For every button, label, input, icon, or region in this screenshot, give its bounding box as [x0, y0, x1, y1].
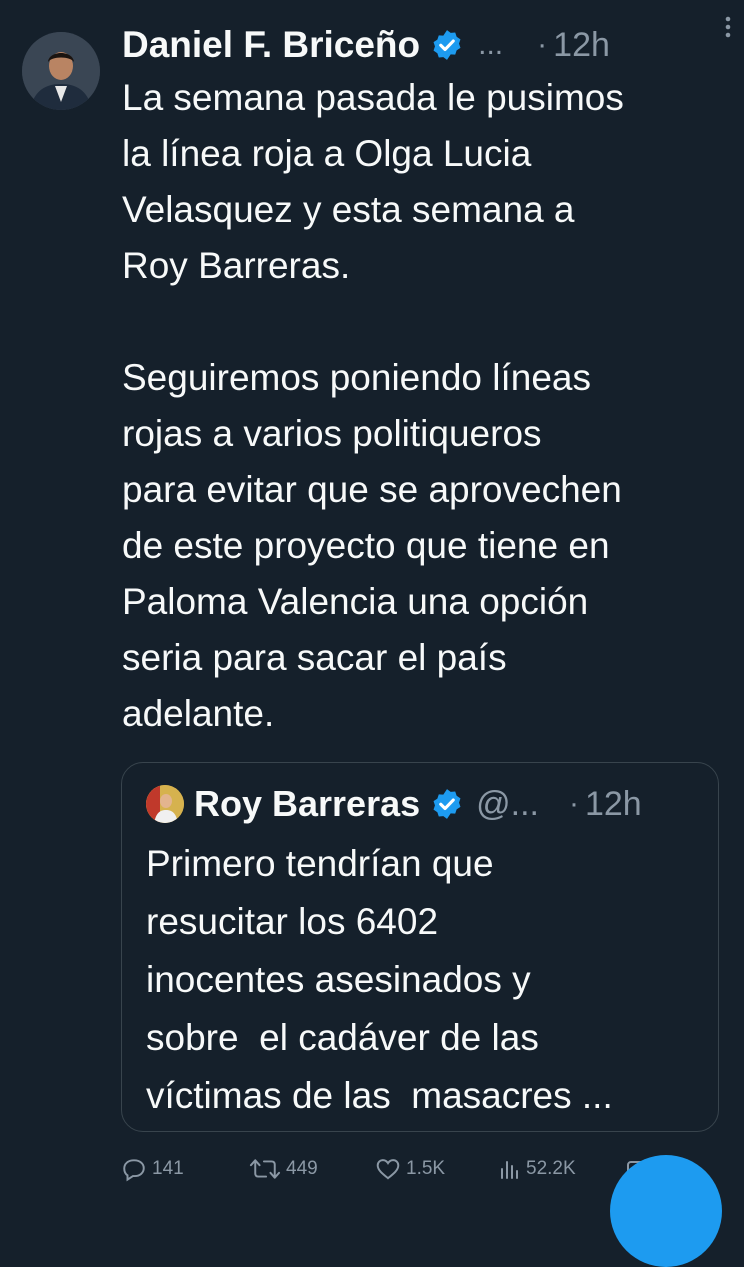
reply-button[interactable]: 141	[120, 1156, 184, 1182]
compose-fab-button[interactable]	[610, 1155, 722, 1267]
retweet-count: 449	[286, 1158, 318, 1179]
author-avatar[interactable]	[22, 32, 100, 110]
quoted-tweet-time[interactable]: 12h	[585, 785, 642, 824]
reply-icon	[120, 1156, 148, 1182]
quoted-author-avatar[interactable]	[146, 785, 184, 823]
retweet-icon	[248, 1156, 282, 1182]
retweet-button[interactable]: 449	[248, 1156, 318, 1182]
tweet-text: La semana pasada le pusimos la línea roj…	[122, 77, 624, 734]
author-name[interactable]: Daniel F. Briceño	[122, 24, 420, 66]
time-separator: ·	[537, 28, 548, 61]
quoted-author-name[interactable]: Roy Barreras	[194, 783, 420, 825]
author-handle[interactable]: ...	[478, 28, 503, 62]
reply-count: 141	[152, 1158, 184, 1179]
heart-icon	[374, 1156, 402, 1182]
quoted-tweet[interactable]: Roy Barreras @... · 12h Primero tendrían…	[121, 762, 719, 1132]
quoted-tweet-text: Primero tendrían que resucitar los 6402 …	[146, 843, 613, 1116]
views-chart-icon	[498, 1156, 522, 1182]
quoted-tweet-header: Roy Barreras @... · 12h	[146, 781, 706, 827]
views-count: 52.2K	[526, 1158, 576, 1179]
tweet-time[interactable]: 12h	[553, 26, 610, 65]
views-button[interactable]: 52.2K	[498, 1156, 576, 1182]
more-vertical-icon[interactable]	[716, 14, 740, 40]
like-button[interactable]: 1.5K	[374, 1156, 445, 1182]
quoted-author-handle[interactable]: @...	[476, 785, 539, 824]
verified-badge-icon	[430, 787, 464, 821]
verified-badge-icon	[430, 28, 464, 62]
tweet-header: Daniel F. Briceño ... · 12h	[122, 20, 732, 70]
tweet[interactable]: Daniel F. Briceño ... · 12h La semana pa…	[0, 0, 744, 1267]
quoted-time-separator: ·	[568, 787, 579, 820]
like-count: 1.5K	[406, 1158, 446, 1179]
